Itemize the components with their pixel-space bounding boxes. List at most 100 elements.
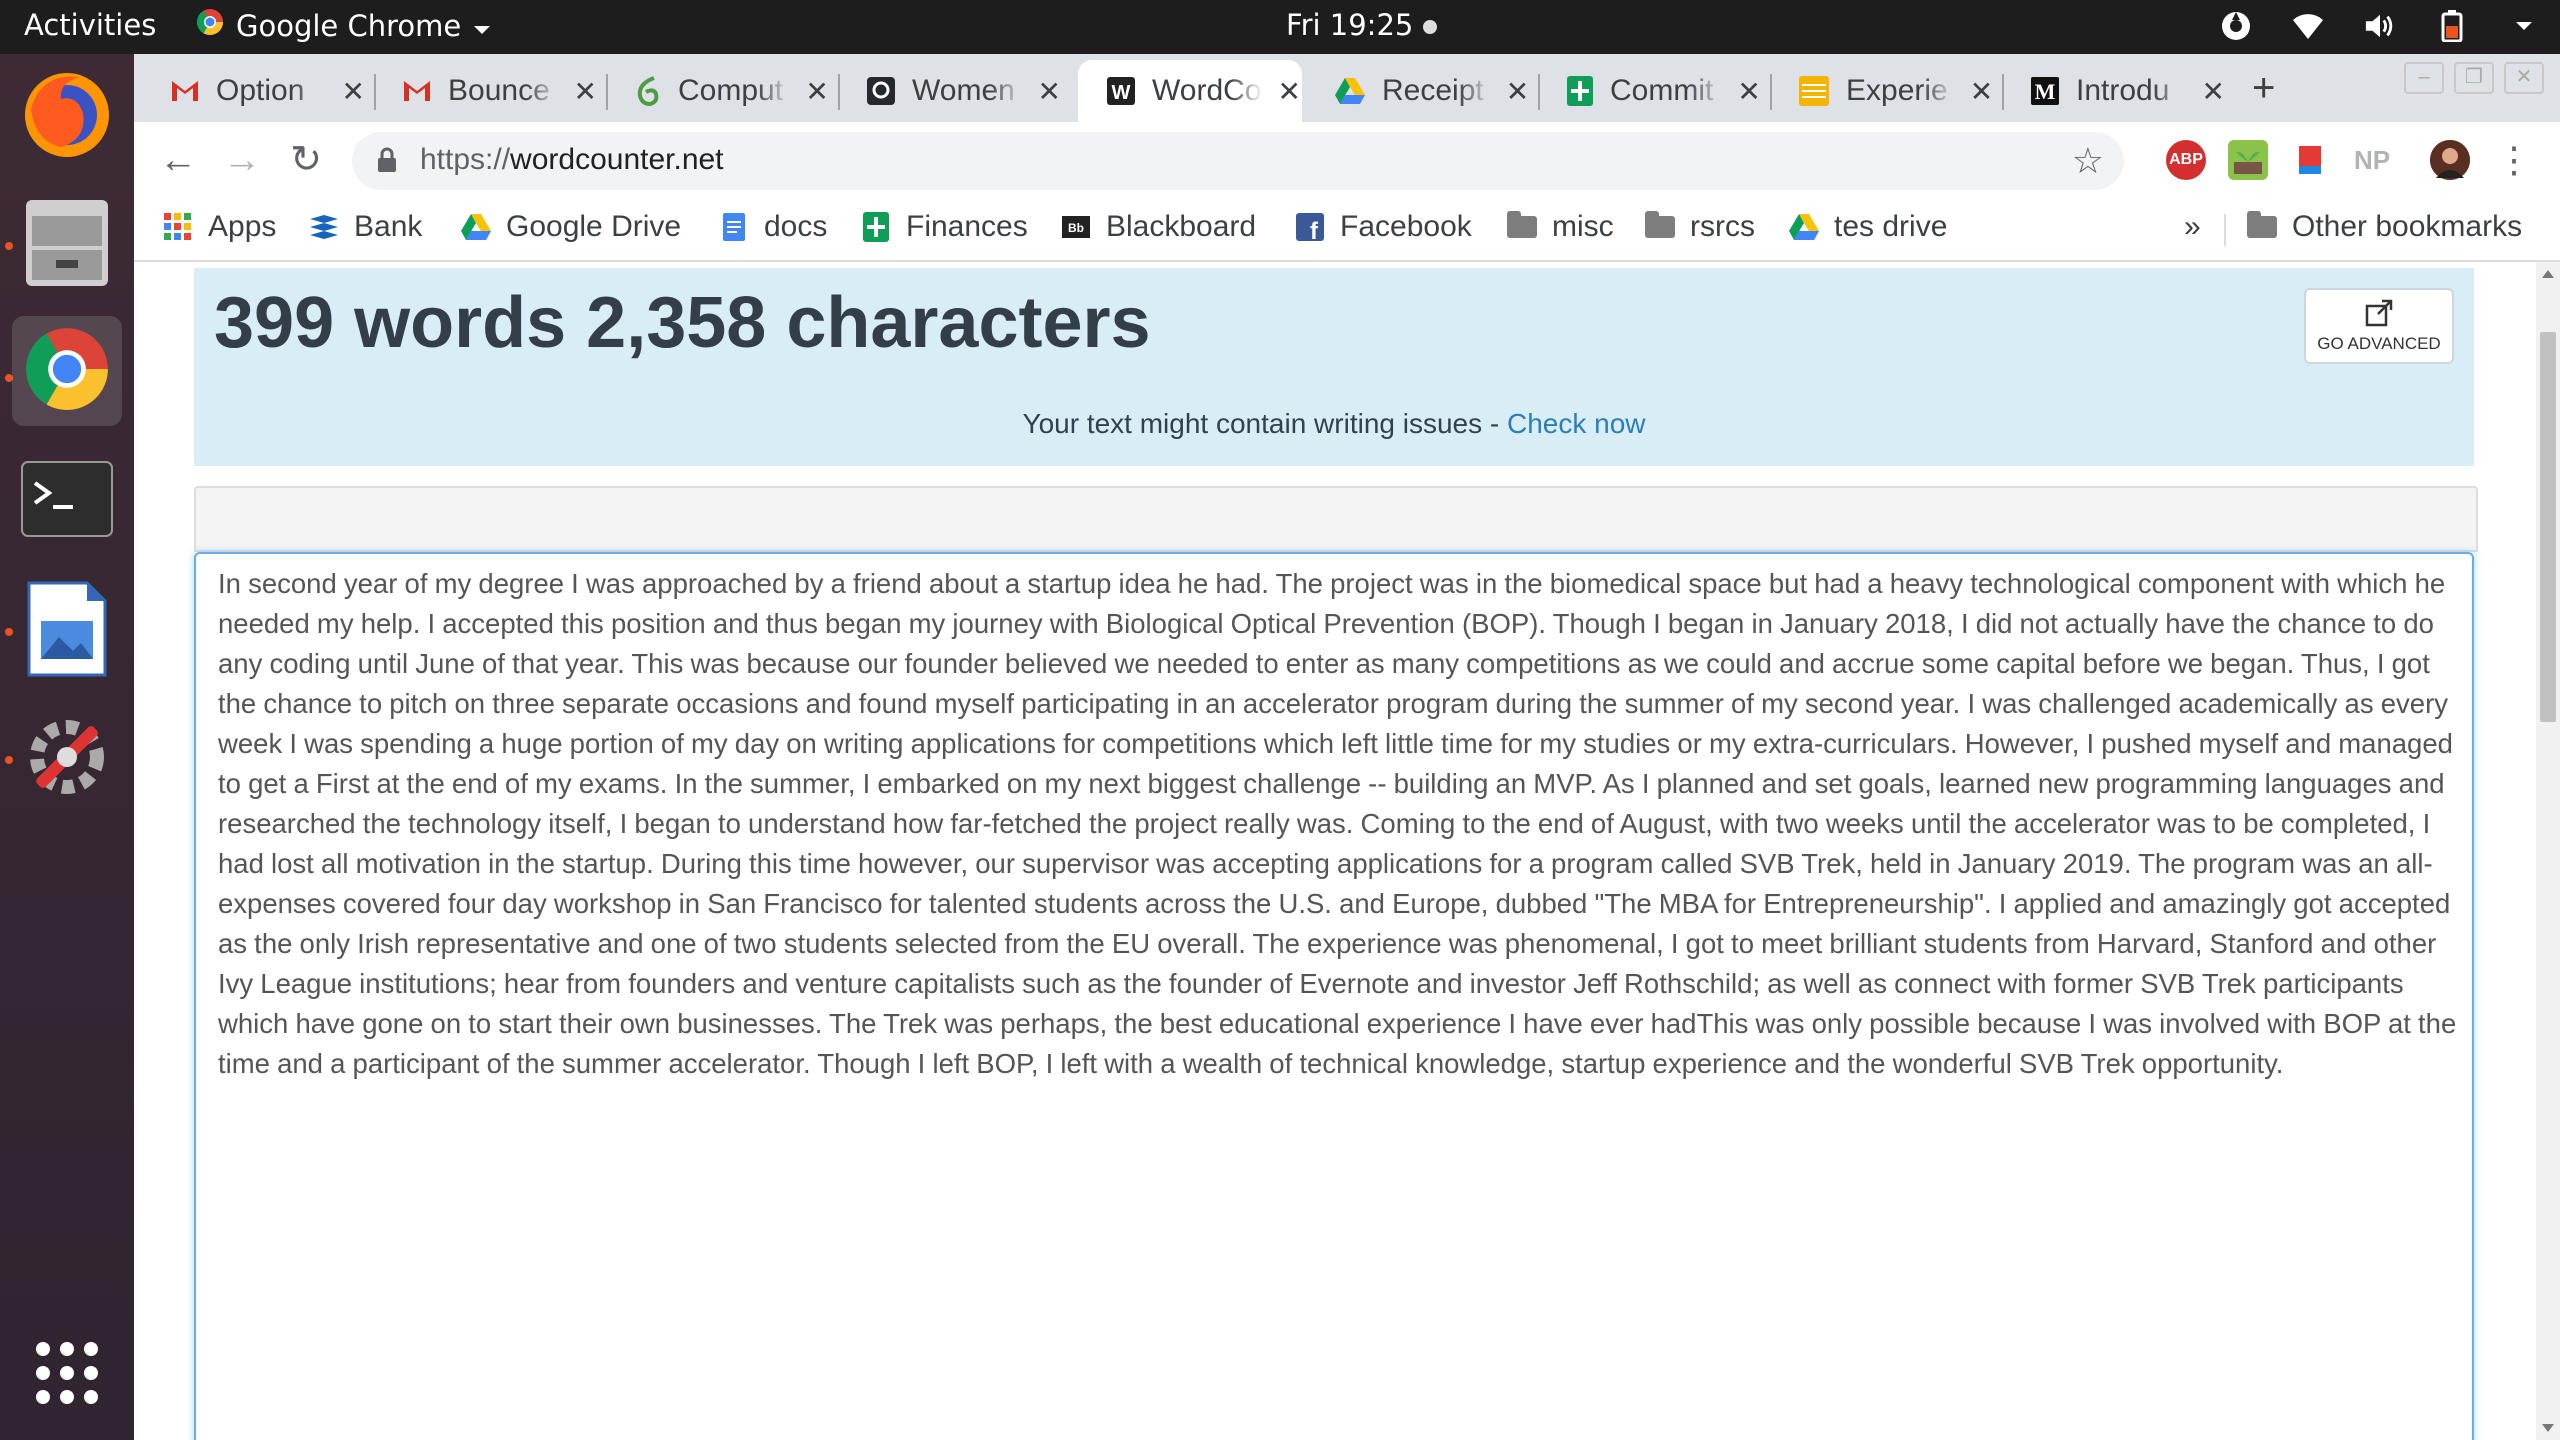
adblock-plus-icon[interactable]: ABP — [2166, 140, 2206, 180]
close-tab-icon[interactable]: ✕ — [1736, 75, 1762, 108]
bookmark-tes-drive[interactable]: tes drive — [1788, 210, 1947, 244]
go-advanced-button[interactable]: GO ADVANCED — [2304, 288, 2454, 364]
system-tray[interactable] — [2220, 9, 2540, 43]
tab-slides-experience[interactable]: Experie ✕ — [1770, 60, 1994, 122]
tab-gmail-option[interactable]: Option ✕ — [142, 60, 366, 122]
medium-icon: M — [2030, 75, 2060, 107]
close-tab-icon[interactable]: ✕ — [1505, 75, 1530, 108]
bookmark-bank[interactable]: Bank — [308, 210, 422, 244]
close-tab-icon[interactable]: ✕ — [2201, 75, 2227, 108]
close-tab-icon[interactable]: ✕ — [1969, 75, 1994, 108]
tab-title: Option — [216, 74, 305, 107]
back-arrow-icon[interactable]: ← — [154, 136, 202, 184]
extension-book-icon[interactable] — [2290, 140, 2330, 180]
close-tab-icon[interactable]: ✕ — [341, 75, 367, 108]
bookmark-folder-misc[interactable]: misc — [1506, 210, 1614, 244]
volume-icon[interactable] — [2364, 9, 2396, 43]
dock-files[interactable] — [12, 190, 122, 300]
bookmark-folder-rsrcs[interactable]: rsrcs — [1644, 210, 1755, 244]
maximize-window-icon[interactable]: ❐ — [2454, 62, 2494, 94]
app-menu[interactable]: Google Chrome — [196, 8, 491, 43]
system-menu-chevron-icon[interactable] — [2508, 9, 2540, 43]
wifi-icon[interactable] — [2292, 9, 2324, 43]
overleaf-icon — [634, 75, 662, 107]
clock[interactable]: Fri 19:25 — [1286, 8, 1438, 42]
tab-overleaf[interactable]: Comput ✕ — [606, 60, 830, 122]
svg-text:Bb: Bb — [1068, 221, 1084, 235]
dock-system-tools[interactable] — [12, 704, 122, 814]
tab-title: WordCo — [1152, 74, 1262, 107]
blackboard-icon: Bb — [1060, 211, 1092, 243]
tab-medium-intro[interactable]: M Introdu ✕ — [2002, 60, 2226, 122]
bookmark-label: Google Drive — [506, 210, 682, 243]
editor-text[interactable]: In second year of my degree I was approa… — [218, 564, 2458, 1084]
battery-icon[interactable] — [2436, 9, 2468, 43]
page-scrollbar[interactable] — [2536, 262, 2560, 1440]
stats-panel: 399 words 2,358 characters GO ADVANCED Y… — [194, 268, 2474, 466]
scroll-up-icon[interactable] — [2542, 270, 2554, 278]
check-now-link[interactable]: Check now — [1507, 408, 1646, 439]
folder-icon — [1506, 211, 1538, 243]
address-bar[interactable]: https://wordcounter.net ☆ — [352, 132, 2124, 190]
lock-icon — [376, 146, 398, 179]
tab-title: Bounce — [448, 74, 550, 107]
np-extension-icon[interactable]: NP — [2352, 140, 2392, 180]
sheets-icon — [860, 211, 892, 243]
bank-stack-icon — [308, 211, 340, 243]
url-text[interactable]: https://wordcounter.net — [420, 143, 724, 177]
file-manager-icon — [24, 198, 110, 293]
svg-text:f: f — [1310, 218, 1319, 242]
word-character-count: 399 words 2,358 characters — [214, 283, 1151, 363]
page-viewport: 399 words 2,358 characters GO ADVANCED Y… — [134, 262, 2536, 1440]
ubuntu-dock — [0, 54, 134, 1440]
bookmark-facebook[interactable]: f Facebook — [1294, 210, 1472, 244]
forward-arrow-icon[interactable]: → — [218, 136, 266, 184]
chevron-down-icon — [473, 9, 491, 43]
bookmarks-bar: Apps Bank Google Drive docs Finances Bb … — [134, 200, 2560, 262]
reload-icon[interactable]: ↻ — [282, 136, 330, 184]
bookmark-finances[interactable]: Finances — [860, 210, 1028, 244]
dock-chrome[interactable] — [12, 316, 122, 426]
bookmark-blackboard[interactable]: Bb Blackboard — [1060, 210, 1256, 244]
tab-gmail-bounce[interactable]: Bounce ✕ — [374, 60, 598, 122]
dock-image-viewer[interactable] — [12, 576, 122, 686]
tab-drive-receipt[interactable]: Receipt ✕ — [1306, 60, 1530, 122]
tab-wordcounter[interactable]: W WordCo ✕ — [1078, 60, 1302, 122]
bookmark-label: Finances — [906, 210, 1028, 243]
minimize-window-icon[interactable]: – — [2404, 62, 2444, 94]
extension-plant-icon[interactable] — [2228, 140, 2268, 180]
text-editor[interactable]: In second year of my degree I was approa… — [194, 552, 2474, 1440]
other-bookmarks[interactable]: Other bookmarks — [2246, 210, 2522, 244]
tab-title: Comput — [678, 74, 784, 107]
dock-firefox[interactable] — [12, 62, 122, 172]
dock-terminal[interactable] — [12, 446, 122, 556]
network-status-icon[interactable] — [2220, 9, 2252, 43]
tab-sheets-commit[interactable]: Commit ✕ — [1538, 60, 1762, 122]
bookmark-star-icon[interactable]: ☆ — [2072, 140, 2104, 182]
close-window-icon[interactable]: ✕ — [2504, 62, 2544, 94]
svg-text:W: W — [1112, 82, 1131, 104]
docs-icon — [718, 211, 750, 243]
close-tab-icon[interactable]: ✕ — [1277, 75, 1303, 108]
close-tab-icon[interactable]: ✕ — [573, 75, 599, 108]
drive-icon — [1334, 75, 1366, 107]
chrome-menu-icon[interactable]: ⋮ — [2490, 136, 2538, 184]
close-tab-icon[interactable]: ✕ — [1037, 75, 1063, 108]
bookmark-google-drive[interactable]: Google Drive — [460, 210, 681, 244]
folder-icon — [2246, 211, 2278, 243]
facebook-icon: f — [1294, 211, 1326, 243]
scrollbar-thumb[interactable] — [2540, 332, 2556, 722]
apps-grid-icon — [162, 211, 194, 243]
profile-avatar[interactable] — [2430, 140, 2470, 180]
new-tab-button[interactable]: + — [2252, 66, 2275, 111]
slides-icon — [1798, 75, 1830, 107]
bookmark-docs[interactable]: docs — [718, 210, 827, 244]
tab-github[interactable]: Women ✕ — [838, 60, 1062, 122]
dock-show-apps[interactable] — [12, 1320, 122, 1430]
activities-button[interactable]: Activities — [24, 8, 156, 42]
terminal-icon — [21, 460, 113, 542]
scroll-down-icon[interactable] — [2542, 1424, 2554, 1432]
bookmarks-overflow-button[interactable]: » — [2184, 210, 2201, 244]
bookmark-apps[interactable]: Apps — [162, 210, 276, 244]
close-tab-icon[interactable]: ✕ — [804, 75, 830, 108]
